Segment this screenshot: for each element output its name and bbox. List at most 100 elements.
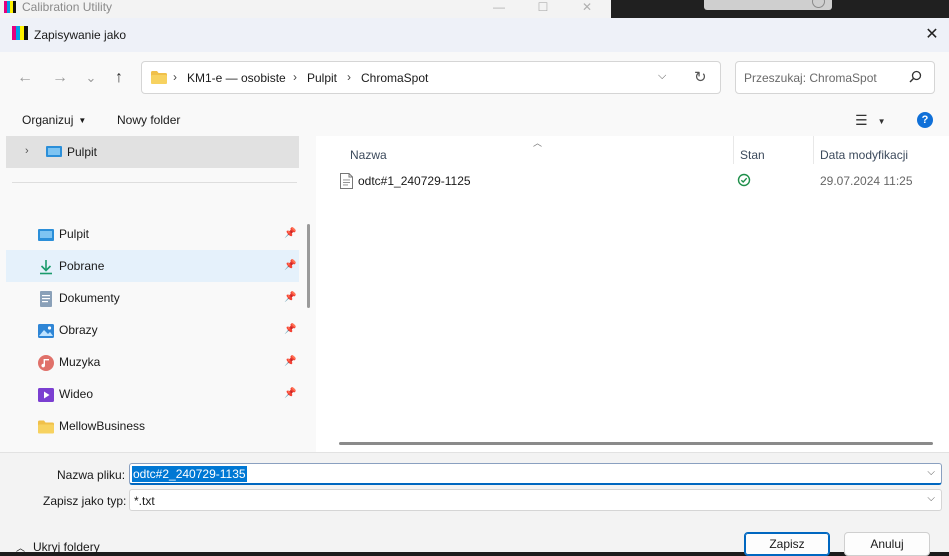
file-type-label: Zapisz jako typ:: [43, 494, 127, 508]
desktop-icon: [38, 229, 54, 241]
minimize-icon[interactable]: —: [476, 0, 522, 18]
back-arrow-icon[interactable]: ←: [13, 66, 37, 90]
sidebar-item-label: Obrazy: [59, 323, 98, 337]
video-icon: [38, 388, 54, 402]
chevron-right-icon: ›: [347, 70, 351, 84]
tree-item-desktop[interactable]: › Pulpit: [6, 136, 299, 168]
folder-icon: [38, 420, 54, 434]
view-options-button[interactable]: ☰ ▼: [855, 112, 885, 129]
file-type-select[interactable]: *.txt ⌵: [129, 489, 942, 511]
documents-icon: [40, 291, 52, 307]
save-form: Nazwa pliku: odtc#2_240729-1135 ⌵ Zapisz…: [0, 452, 949, 556]
maximize-icon[interactable]: ☐: [520, 0, 566, 18]
file-name: odtc#1_240729-1125: [358, 174, 471, 188]
pin-icon[interactable]: 📌: [284, 324, 296, 335]
filename-value[interactable]: odtc#2_240729-1135: [132, 466, 247, 482]
caret-down-icon: ▼: [877, 116, 886, 126]
pin-icon[interactable]: 📌: [284, 292, 296, 303]
column-divider[interactable]: [733, 136, 734, 164]
file-row[interactable]: odtc#1_240729-1125 29.07.2024 11:25: [316, 166, 949, 196]
help-icon[interactable]: ?: [917, 112, 933, 128]
sidebar-item-video[interactable]: Wideo 📌: [6, 378, 299, 410]
sidebar-item-pictures[interactable]: Obrazy 📌: [6, 314, 299, 346]
sidebar-item-label: Pobrane: [59, 259, 105, 273]
navigation-row: ← → ⌄ ↑ › KM1-e — osobiste › Pulpit › Ch…: [0, 52, 949, 104]
recent-locations-icon[interactable]: ⌄: [79, 66, 103, 90]
organize-label: Organizuj: [22, 113, 74, 127]
sidebar-item-downloads[interactable]: Pobrane 📌: [6, 250, 299, 282]
chevron-up-icon: ︿: [16, 543, 26, 553]
divider: [12, 182, 297, 183]
music-icon: [38, 355, 54, 371]
search-icon[interactable]: [909, 70, 922, 83]
pin-icon[interactable]: 📌: [284, 388, 296, 399]
desktop-icon: [46, 146, 62, 157]
sidebar-item-desktop[interactable]: Pulpit 📌: [6, 218, 299, 250]
sidebar-item-label: Dokumenty: [59, 291, 120, 305]
chevron-down-icon[interactable]: ⌵: [927, 493, 935, 504]
new-folder-button[interactable]: Nowy folder: [117, 113, 180, 127]
hide-folders-label: Ukryj foldery: [33, 540, 100, 554]
save-button[interactable]: Zapisz: [744, 532, 830, 556]
nav-scrollbar[interactable]: [307, 224, 310, 308]
search-input[interactable]: [742, 68, 906, 88]
filename-label: Nazwa pliku:: [57, 468, 126, 482]
address-bar[interactable]: › KM1-e — osobiste › Pulpit › ChromaSpot…: [141, 61, 721, 94]
pin-icon[interactable]: 📌: [284, 356, 296, 367]
sidebar-item-mellowbusiness[interactable]: MellowBusiness: [6, 410, 299, 442]
caret-down-icon: ▼: [78, 116, 87, 126]
save-as-dialog: Zapisywanie jako ✕ ← → ⌄ ↑ › KM1-e — oso…: [0, 18, 949, 556]
close-background-icon[interactable]: ✕: [564, 0, 610, 18]
organize-button[interactable]: Organizuj ▼: [22, 113, 86, 127]
sync-status-ok-icon: [737, 173, 751, 187]
column-header-status[interactable]: Stan: [740, 148, 765, 162]
breadcrumb-item[interactable]: ChromaSpot: [361, 71, 428, 85]
file-list: ︿ Nazwa Stan Data modyfikacji odtc#1_240…: [316, 136, 949, 452]
chevron-right-icon: ›: [293, 70, 297, 84]
hide-folders-button[interactable]: ︿ Ukryj foldery: [16, 540, 100, 554]
chevron-right-icon: ›: [173, 70, 177, 84]
sidebar-item-label: MellowBusiness: [59, 419, 146, 433]
chevron-right-icon[interactable]: ›: [25, 145, 29, 157]
horizontal-scrollbar[interactable]: [339, 442, 933, 445]
breadcrumb-item[interactable]: KM1-e — osobiste: [187, 71, 286, 85]
chevron-down-icon[interactable]: ⌵: [658, 70, 666, 83]
refresh-icon[interactable]: ↻: [694, 68, 707, 86]
pin-icon[interactable]: 📌: [284, 260, 296, 271]
background-app-window: Calibration Utility — ☐ ✕: [0, 0, 611, 19]
pin-icon[interactable]: 📌: [284, 228, 296, 239]
sidebar-item-music[interactable]: Muzyka 📌: [6, 346, 299, 378]
sidebar-item-label: Pulpit: [59, 227, 90, 241]
dialog-titlebar: Zapisywanie jako ✕: [0, 18, 949, 52]
file-modified-date: 29.07.2024 11:25: [820, 174, 913, 188]
search-box[interactable]: [735, 61, 935, 94]
file-type-value: *.txt: [134, 494, 155, 508]
sidebar-item-label: Muzyka: [59, 355, 101, 369]
download-icon: [40, 260, 52, 275]
up-arrow-icon[interactable]: ↑: [107, 66, 131, 90]
chevron-down-icon[interactable]: ⌵: [927, 467, 935, 478]
app-logo-icon: [4, 1, 16, 13]
sort-ascending-icon: ︿: [533, 138, 543, 148]
column-divider[interactable]: [813, 136, 814, 164]
sidebar-item-label: Wideo: [59, 387, 94, 401]
navigation-pane: › Pulpit Pulpit 📌 Pobrane 📌 Dokumenty 📌 …: [0, 136, 316, 452]
filename-field[interactable]: odtc#2_240729-1135 ⌵: [129, 463, 942, 485]
column-header-name[interactable]: Nazwa: [350, 148, 387, 162]
sidebar-item-documents[interactable]: Dokumenty 📌: [6, 282, 299, 314]
background-area: [611, 0, 949, 18]
breadcrumb-item[interactable]: Pulpit: [307, 71, 337, 85]
text-file-icon: [340, 173, 353, 189]
close-icon[interactable]: ✕: [921, 24, 943, 46]
command-bar: Organizuj ▼ Nowy folder ☰ ▼ ?: [0, 104, 949, 137]
dialog-logo-icon: [12, 26, 28, 40]
background-app-title: Calibration Utility: [22, 0, 113, 14]
list-view-icon: ☰: [855, 112, 868, 128]
cancel-button[interactable]: Anuluj: [844, 532, 930, 556]
pictures-icon: [38, 324, 54, 338]
column-header-modified[interactable]: Data modyfikacji: [820, 148, 908, 162]
forward-arrow-icon[interactable]: →: [48, 66, 72, 90]
folder-icon: [151, 71, 167, 84]
tree-item-label: Pulpit: [67, 145, 98, 159]
dialog-title: Zapisywanie jako: [34, 28, 127, 42]
